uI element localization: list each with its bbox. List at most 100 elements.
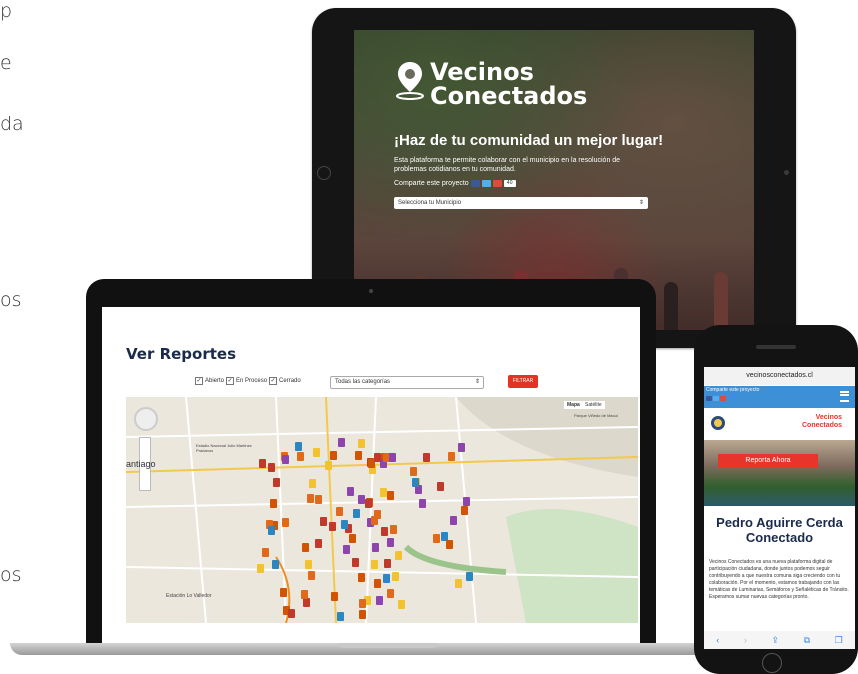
- report-marker[interactable]: [288, 609, 295, 618]
- report-marker[interactable]: [419, 499, 426, 508]
- report-marker[interactable]: [320, 517, 327, 526]
- report-marker[interactable]: [270, 499, 277, 508]
- report-marker[interactable]: [341, 520, 348, 529]
- google-plus-icon[interactable]: [492, 180, 502, 187]
- report-marker[interactable]: [355, 451, 362, 460]
- report-marker[interactable]: [450, 516, 457, 525]
- report-marker[interactable]: [383, 574, 390, 583]
- report-marker[interactable]: [280, 588, 287, 597]
- report-marker[interactable]: [374, 453, 381, 462]
- home-button[interactable]: [762, 653, 782, 673]
- report-marker[interactable]: [374, 579, 381, 588]
- report-marker[interactable]: [282, 518, 289, 527]
- checkbox-cerrado[interactable]: ✓: [269, 377, 278, 385]
- report-marker[interactable]: [297, 452, 304, 461]
- report-marker[interactable]: [392, 572, 399, 581]
- report-marker[interactable]: [338, 438, 345, 447]
- report-marker[interactable]: [410, 467, 417, 476]
- twitter-icon[interactable]: [713, 396, 719, 401]
- report-marker[interactable]: [343, 545, 350, 554]
- report-marker[interactable]: [337, 612, 344, 621]
- report-marker[interactable]: [262, 548, 269, 557]
- report-marker[interactable]: [325, 461, 332, 470]
- bookmarks-icon[interactable]: ⧉: [804, 635, 810, 646]
- report-marker[interactable]: [458, 443, 465, 452]
- report-marker[interactable]: [448, 452, 455, 461]
- report-marker[interactable]: [347, 487, 354, 496]
- report-marker[interactable]: [446, 540, 453, 549]
- checkbox-en-proceso[interactable]: ✓: [226, 377, 235, 385]
- report-marker[interactable]: [395, 551, 402, 560]
- report-marker[interactable]: [301, 590, 308, 599]
- report-marker[interactable]: [308, 571, 315, 580]
- forward-icon[interactable]: ›: [744, 635, 747, 645]
- report-marker[interactable]: [282, 455, 289, 464]
- report-marker[interactable]: [423, 453, 430, 462]
- report-marker[interactable]: [380, 488, 387, 497]
- map-type-map[interactable]: Mapa: [564, 401, 583, 409]
- facebook-icon[interactable]: [706, 396, 712, 401]
- category-select[interactable]: Todas las categorías ⇕: [330, 376, 484, 389]
- report-marker[interactable]: [303, 598, 310, 607]
- report-marker[interactable]: [433, 534, 440, 543]
- report-marker[interactable]: [376, 596, 383, 605]
- report-marker[interactable]: [330, 451, 337, 460]
- report-marker[interactable]: [381, 527, 388, 536]
- report-now-button[interactable]: Reporta Ahora: [718, 454, 818, 468]
- report-marker[interactable]: [307, 494, 314, 503]
- report-marker[interactable]: [390, 525, 397, 534]
- report-marker[interactable]: [358, 439, 365, 448]
- report-marker[interactable]: [315, 539, 322, 548]
- report-marker[interactable]: [372, 543, 379, 552]
- report-marker[interactable]: [365, 499, 372, 508]
- report-marker[interactable]: [389, 453, 396, 462]
- report-marker[interactable]: [353, 509, 360, 518]
- report-marker[interactable]: [272, 560, 279, 569]
- map-type-satellite[interactable]: Satélite: [582, 401, 605, 409]
- facebook-icon[interactable]: [470, 180, 480, 187]
- url-bar[interactable]: vecinosconectados.cl: [704, 367, 855, 385]
- report-marker[interactable]: [358, 495, 365, 504]
- report-marker[interactable]: [359, 610, 366, 619]
- report-marker[interactable]: [387, 538, 394, 547]
- report-marker[interactable]: [352, 558, 359, 567]
- report-marker[interactable]: [309, 479, 316, 488]
- report-marker[interactable]: [295, 442, 302, 451]
- report-marker[interactable]: [455, 579, 462, 588]
- filter-button[interactable]: FILTRAR: [508, 375, 538, 388]
- report-marker[interactable]: [463, 497, 470, 506]
- report-marker[interactable]: [313, 448, 320, 457]
- report-marker[interactable]: [461, 506, 468, 515]
- report-marker[interactable]: [273, 478, 280, 487]
- report-marker[interactable]: [305, 560, 312, 569]
- tabs-icon[interactable]: ❐: [835, 635, 843, 646]
- report-marker[interactable]: [437, 482, 444, 491]
- home-button[interactable]: [317, 166, 331, 180]
- report-marker[interactable]: [387, 589, 394, 598]
- menu-icon[interactable]: [840, 391, 849, 402]
- report-marker[interactable]: [466, 572, 473, 581]
- report-marker[interactable]: [331, 592, 338, 601]
- reports-map[interactable]: antiago Estadio Nacional Julio Martinez …: [126, 397, 638, 623]
- report-marker[interactable]: [398, 600, 405, 609]
- report-marker[interactable]: [371, 560, 378, 569]
- report-marker[interactable]: [257, 564, 264, 573]
- report-marker[interactable]: [259, 459, 266, 468]
- google-plus-icon[interactable]: [720, 396, 726, 401]
- report-marker[interactable]: [371, 516, 378, 525]
- report-marker[interactable]: [268, 526, 275, 535]
- report-marker[interactable]: [302, 543, 309, 552]
- report-marker[interactable]: [329, 522, 336, 531]
- report-marker[interactable]: [387, 491, 394, 500]
- back-icon[interactable]: ‹: [716, 635, 719, 645]
- twitter-icon[interactable]: [481, 180, 491, 187]
- report-marker[interactable]: [412, 478, 419, 487]
- report-marker[interactable]: [358, 573, 365, 582]
- report-marker[interactable]: [336, 507, 343, 516]
- report-marker[interactable]: [315, 495, 322, 504]
- report-marker[interactable]: [268, 463, 275, 472]
- share-icon[interactable]: ⇪: [771, 635, 779, 646]
- municipio-select[interactable]: Selecciona tu Municipio ⇕: [394, 197, 648, 209]
- checkbox-abierto[interactable]: ✓: [195, 377, 203, 385]
- report-marker[interactable]: [359, 599, 366, 608]
